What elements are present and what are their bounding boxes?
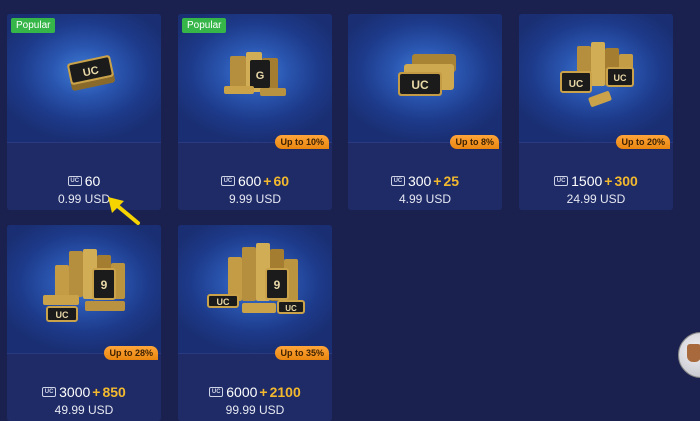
bonus-percent-tag: Up to 10% xyxy=(275,135,329,149)
svg-text:9: 9 xyxy=(274,278,281,292)
base-amount: 300 xyxy=(407,173,432,189)
annotation-arrow-icon xyxy=(108,197,140,225)
uc-icon: UC xyxy=(209,387,224,398)
uc-amount: UC 6000 +2100 xyxy=(178,384,332,400)
uc-pack-image: UC UC xyxy=(519,14,673,142)
svg-text:9: 9 xyxy=(101,278,108,292)
uc-pack-card-3000[interactable]: 9 UC Up to 28% UC 3000 +850 49.99 USD xyxy=(7,225,161,421)
bonus-amount: 25 xyxy=(443,173,460,189)
bonus-amount: 850 xyxy=(102,384,126,400)
uc-amount: UC 300 +25 xyxy=(348,173,502,189)
svg-text:G: G xyxy=(256,70,265,82)
base-amount: 600 xyxy=(237,173,262,189)
uc-icon: UC xyxy=(554,176,569,187)
uc-amount: UC 600 +60 xyxy=(178,173,332,189)
uc-icon: UC xyxy=(67,176,82,187)
pack-info: Up to 8% UC 300 +25 4.99 USD xyxy=(348,135,502,210)
uc-coin-stack-icon: UC xyxy=(67,55,115,91)
bonus-percent-tag: Up to 35% xyxy=(275,346,329,360)
bonus-amount: 60 xyxy=(273,173,290,189)
uc-coin-stack-icon: UC xyxy=(398,54,456,96)
uc-pack-image: 9 UC xyxy=(7,225,161,353)
uc-coin-stack-icon: G xyxy=(224,52,286,96)
uc-pack-image: UC xyxy=(7,14,161,142)
uc-coin-stack-icon: 9 UC UC xyxy=(207,243,305,314)
uc-pack-card-6000[interactable]: 9 UC UC Up to 35% UC 6000 +2100 99.99 USD xyxy=(178,225,332,421)
uc-amount: UC 60 xyxy=(7,173,161,189)
price-label: 99.99 USD xyxy=(225,403,285,417)
svg-text:UC: UC xyxy=(569,79,583,90)
price-label: 9.99 USD xyxy=(228,192,282,206)
uc-amount: UC 3000 +850 xyxy=(7,384,161,400)
pack-info: Up to 35% UC 6000 +2100 99.99 USD xyxy=(178,346,332,421)
svg-text:UC: UC xyxy=(285,304,297,313)
uc-pack-card-1500[interactable]: UC UC Up to 20% UC 1500 +300 24.99 USD xyxy=(519,14,673,210)
uc-coin-stack-icon: 9 UC xyxy=(43,249,125,322)
popular-badge: Popular xyxy=(182,18,227,33)
uc-pack-image: 9 UC UC xyxy=(178,225,332,353)
plus-sign: + xyxy=(604,173,613,189)
character-icon xyxy=(687,344,700,362)
uc-icon: UC xyxy=(220,176,235,187)
pack-info: Up to 10% UC 600 +60 9.99 USD xyxy=(178,135,332,210)
uc-icon: UC xyxy=(390,176,405,187)
bonus-percent-tag: Up to 28% xyxy=(104,346,158,360)
uc-pack-card-60[interactable]: UC Popular UC 60 0.99 USD xyxy=(7,14,161,210)
base-amount: 1500 xyxy=(571,173,603,189)
base-amount: 3000 xyxy=(59,384,91,400)
price-label: 49.99 USD xyxy=(54,403,114,417)
pack-info: Up to 20% UC 1500 +300 24.99 USD xyxy=(519,135,673,210)
svg-text:UC: UC xyxy=(217,297,230,307)
base-amount: 6000 xyxy=(226,384,258,400)
uc-pack-image: G xyxy=(178,14,332,142)
bonus-percent-tag: Up to 8% xyxy=(450,135,499,149)
svg-text:UC: UC xyxy=(56,310,69,320)
svg-text:UC: UC xyxy=(614,73,627,83)
plus-sign: + xyxy=(259,384,268,400)
base-amount: 60 xyxy=(84,173,101,189)
bonus-amount: 300 xyxy=(614,173,638,189)
plus-sign: + xyxy=(263,173,272,189)
uc-pack-card-600[interactable]: G Popular Up to 10% UC 600 +60 9.99 USD xyxy=(178,14,332,210)
price-label: 24.99 USD xyxy=(566,192,626,206)
uc-amount: UC 1500 +300 xyxy=(519,173,673,189)
uc-pack-image: UC xyxy=(348,14,502,142)
uc-icon: UC xyxy=(42,387,57,398)
floating-menu-button[interactable] xyxy=(678,332,700,378)
plus-sign: + xyxy=(433,173,442,189)
svg-text:UC: UC xyxy=(411,78,429,92)
uc-coin-stack-icon: UC UC xyxy=(560,42,634,107)
bonus-percent-tag: Up to 20% xyxy=(616,135,670,149)
pack-info: Up to 28% UC 3000 +850 49.99 USD xyxy=(7,346,161,421)
popular-badge: Popular xyxy=(11,18,56,33)
bonus-amount: 2100 xyxy=(269,384,301,400)
price-label: 4.99 USD xyxy=(398,192,452,206)
plus-sign: + xyxy=(92,384,101,400)
uc-pack-card-300[interactable]: UC Up to 8% UC 300 +25 4.99 USD xyxy=(348,14,502,210)
